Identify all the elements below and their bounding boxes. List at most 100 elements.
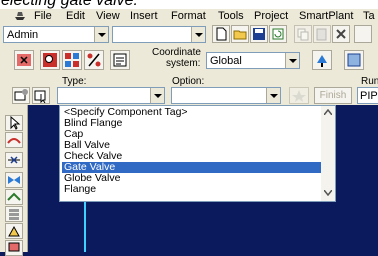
coordinate-system-arrow[interactable]: [285, 53, 299, 68]
insert-component-tool[interactable]: [5, 152, 23, 168]
menu-format[interactable]: Format: [171, 9, 206, 23]
type-combo-arrow[interactable]: [150, 88, 164, 103]
component-type-dropdown-list[interactable]: <Specify Component Tag> Blind Flange Cap…: [59, 105, 336, 202]
percent-icon: [87, 53, 101, 67]
chevron-down-icon: [270, 94, 278, 98]
chevron-up-icon[interactable]: [324, 109, 332, 115]
pointer-icon: [34, 90, 46, 104]
measure-tool-button[interactable]: [344, 50, 364, 70]
type-label: Type:: [62, 76, 87, 87]
menu-edit[interactable]: Edit: [66, 9, 85, 23]
option-label: Option:: [172, 76, 205, 87]
paste-button[interactable]: [313, 25, 331, 43]
measure-icon: [347, 53, 361, 67]
list-item[interactable]: Blind Flange: [62, 118, 321, 129]
pin-tool-button[interactable]: [312, 50, 332, 70]
dropdown-scrollbar[interactable]: [321, 106, 335, 201]
properties-tool-button[interactable]: [110, 50, 130, 70]
open-folder-icon: [233, 30, 247, 40]
run-combo[interactable]: PIP: [357, 87, 378, 104]
save-button[interactable]: [250, 25, 268, 43]
menu-tools[interactable]: Tools: [218, 9, 244, 23]
paste-icon: [316, 28, 327, 41]
chevron-down-icon: [154, 94, 162, 98]
standard-toolbar: Admin: [0, 23, 378, 45]
menu-smartplant[interactable]: SmartPlant: [299, 9, 353, 23]
coordinate-system-value: Global: [210, 55, 242, 67]
filter-grid-icon: [65, 53, 79, 67]
menu-bar: File Edit View Insert Format Tools Proje…: [0, 9, 378, 23]
menu-insert[interactable]: Insert: [130, 9, 158, 23]
chevron-down-icon: [289, 59, 297, 63]
coordinate-label-line2: system:: [166, 58, 201, 69]
support-icon: [8, 225, 20, 237]
inspect-tool-button[interactable]: [40, 50, 60, 70]
second-combo[interactable]: [112, 26, 206, 43]
stack-icon: [9, 209, 19, 220]
chevron-down-icon: [195, 33, 203, 37]
option-combo[interactable]: [171, 87, 281, 104]
run-combo-value: PIP: [360, 90, 378, 102]
close-icon: [17, 54, 31, 66]
type-combo[interactable]: [57, 87, 165, 104]
pointer-icon: [10, 115, 21, 130]
option-combo-arrow[interactable]: [266, 88, 280, 103]
close-icon: [336, 29, 346, 39]
percent-tool-button[interactable]: [84, 50, 104, 70]
user-combo-value: Admin: [7, 29, 39, 41]
new-button[interactable]: [212, 25, 230, 43]
refresh-icon: [272, 28, 284, 40]
caption-text: electing gate valve.: [1, 0, 138, 9]
insert-icon: [8, 156, 20, 164]
open-button[interactable]: [231, 25, 249, 43]
run-label: Run: [361, 76, 378, 87]
star-tool-button[interactable]: [289, 87, 309, 104]
user-combo-arrow[interactable]: [94, 27, 108, 42]
settings-tool-button[interactable]: [12, 87, 30, 104]
coordinate-system-combo[interactable]: Global: [206, 52, 300, 69]
route-pipe-tool[interactable]: [5, 132, 23, 148]
app-ship-icon: [15, 12, 25, 20]
delete-button[interactable]: [332, 25, 350, 43]
menu-view[interactable]: View: [96, 9, 120, 23]
search-icon: [43, 53, 57, 67]
toolbar-more-button[interactable]: [354, 25, 372, 43]
list-item[interactable]: Globe Valve: [62, 173, 321, 184]
second-combo-arrow[interactable]: [191, 27, 205, 42]
branch-tool[interactable]: [5, 189, 23, 205]
filter-tool-button[interactable]: [62, 50, 82, 70]
stack-tool[interactable]: [5, 206, 23, 222]
user-combo[interactable]: Admin: [3, 26, 109, 43]
list-item[interactable]: Flange: [62, 184, 321, 195]
route-cursor-line: [84, 202, 86, 252]
copy-button[interactable]: [294, 25, 312, 43]
equipment-tool[interactable]: [5, 240, 23, 256]
left-tool-palette: [0, 105, 28, 256]
refresh-button[interactable]: [269, 25, 287, 43]
tools-toolbar: Coordinate system: Global: [0, 45, 378, 75]
support-tool[interactable]: [5, 223, 23, 239]
valve-icon: [8, 176, 20, 184]
chevron-down-icon[interactable]: [324, 190, 332, 196]
star-icon: [292, 90, 306, 102]
valve-tool[interactable]: [5, 172, 23, 188]
copy-icon: [297, 28, 309, 41]
select-arrow-tool[interactable]: [5, 115, 23, 131]
menu-truncated[interactable]: Ta: [363, 9, 375, 23]
save-disk-icon: [253, 28, 265, 40]
chevron-down-icon: [98, 33, 106, 37]
route-ribbon: Type: Option: Run Finish PIP: [0, 75, 378, 105]
pin-icon: [317, 55, 327, 67]
finish-button[interactable]: Finish: [314, 87, 352, 104]
coordinate-label-line1: Coordinate: [152, 47, 201, 58]
branch-icon: [7, 192, 21, 201]
menu-project[interactable]: Project: [254, 9, 288, 23]
select-tool-button[interactable]: [32, 87, 50, 104]
equipment-icon: [8, 242, 20, 252]
gear-icon: [14, 89, 28, 101]
new-document-icon: [216, 27, 227, 41]
route-icon: [7, 138, 21, 144]
properties-icon: [113, 53, 127, 67]
menu-file[interactable]: File: [34, 9, 52, 23]
cancel-tool-button[interactable]: [14, 50, 34, 70]
